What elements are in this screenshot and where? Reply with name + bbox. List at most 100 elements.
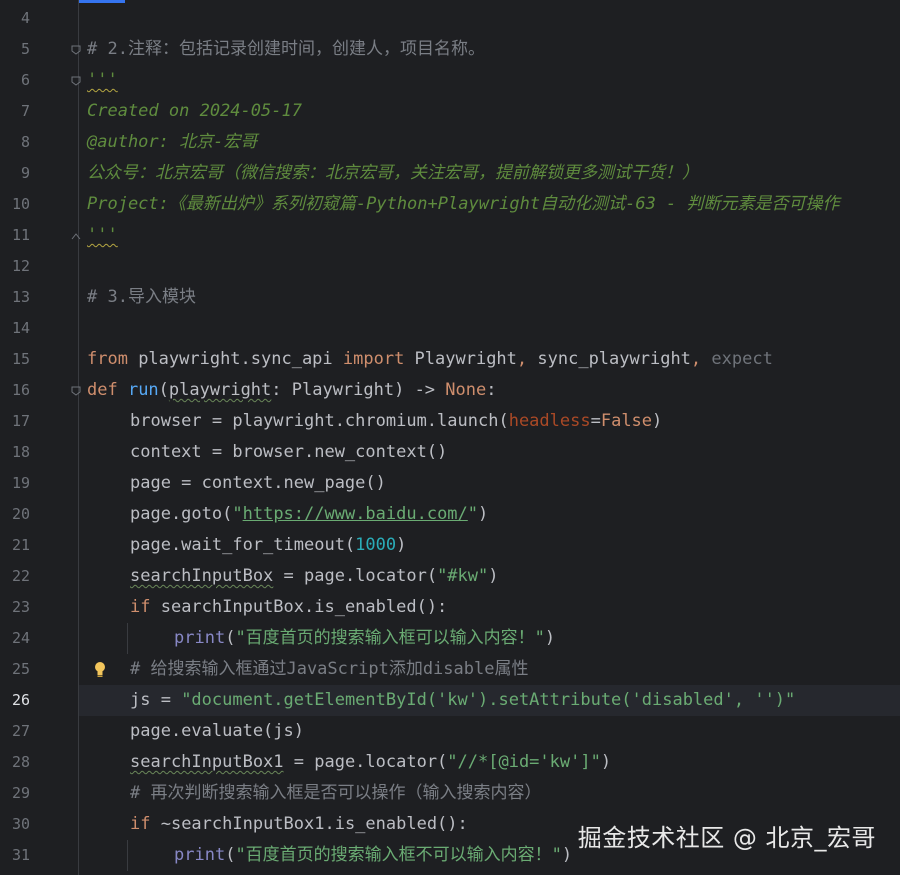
code-token: 1000 [355,535,397,555]
code-line[interactable]: print("百度首页的搜索输入框可以输入内容！") [79,623,900,654]
line-number: 14 [11,319,30,337]
code-text: # 3.导入模块 [87,282,196,313]
code-text: from playwright.sync_api import Playwrig… [87,344,773,375]
code-token: page.wait_for_timeout( [130,535,356,555]
line-number-gutter[interactable]: 4 5 6 7 8 9 10 11 12 13 14 15 16 17 18 19 20 21 22 23 24 25 26… [0,0,81,875]
code-line[interactable]: ''' [79,220,900,251]
code-token: if [130,814,161,834]
code-line[interactable]: ''' [79,65,900,96]
line-number: 28 [11,753,30,771]
code-token: run [127,380,159,400]
code-token: sync_playwright [537,349,691,369]
code-token: None [445,380,487,400]
code-text: ''' [87,65,118,96]
line-number: 31 [11,846,30,864]
lightbulb-icon[interactable] [93,661,107,679]
line-number: 4 [20,9,30,27]
code-line[interactable]: if searchInputBox.is_enabled(): [79,592,900,623]
code-token: , [690,349,712,369]
code-token: ) [396,535,407,555]
code-token: browser = playwright.chromium.launch( [130,411,509,431]
code-line[interactable]: # 再次判断搜索输入框是否可以操作（输入搜索内容） [79,778,900,809]
line-number: 17 [11,412,30,430]
code-line[interactable]: def run(playwright: Playwright) -> None: [79,375,900,406]
code-token: expect [711,349,773,369]
code-token: headless [508,411,591,431]
code-line[interactable]: page = context.new_page() [79,468,900,499]
code-line[interactable]: 公众号：北京宏哥（微信搜索：北京宏哥，关注宏哥，提前解锁更多测试干货！） [79,158,900,189]
code-text: print("百度首页的搜索输入框可以输入内容！") [174,623,555,654]
code-line[interactable] [79,3,900,34]
code-line[interactable]: @author: 北京-宏哥 [79,127,900,158]
code-token: ( [225,628,236,648]
indent-guide [127,623,128,654]
code-token: searchInputBox.is_enabled(): [160,597,448,617]
code-line[interactable]: # 2.注释：包括记录创建时间，创建人，项目名称。 [79,34,900,65]
code-token: ~searchInputBox1.is_enabled(): [160,814,468,834]
code-token: print [174,628,226,648]
code-token: "#kw" [437,566,489,586]
code-line[interactable]: searchInputBox1 = page.locator("//*[@id=… [79,747,900,778]
code-line[interactable]: page.wait_for_timeout(1000) [79,530,900,561]
code-token: context = browser.new_context() [130,442,448,462]
code-text: ''' [87,220,118,251]
line-number: 25 [11,660,30,678]
watermark: 掘金技术社区 @ 北京_宏哥 [577,824,876,852]
code-line[interactable]: # 3.导入模块 [79,282,900,313]
line-number: 16 [11,381,30,399]
code-token: # 3.导入模块 [87,287,196,307]
code-line[interactable] [79,313,900,344]
code-line[interactable]: js = "document.getElementById('kw').setA… [79,685,900,716]
code-token: False [600,411,653,431]
line-number: 10 [11,195,30,213]
code-token: playwright [168,380,272,400]
line-number: 27 [11,722,30,740]
code-token: " [467,504,479,524]
code-text: @author: 北京-宏哥 [87,127,257,158]
code-area[interactable]: # 2.注释：包括记录创建时间，创建人，项目名称。 ''' Created on 2… [79,0,900,875]
code-line[interactable]: Project:《最新出炉》系列初窥篇-Python+Playwright自动化… [79,189,900,220]
code-token: " [232,504,243,524]
code-text: Created on 2024-05-17 [87,96,302,127]
code-text: print("百度首页的搜索输入框不可以输入内容！") [174,840,572,871]
code-token: ) [488,566,499,586]
code-line[interactable]: context = browser.new_context() [79,437,900,468]
code-token: 公众号：北京宏哥（微信搜索：北京宏哥，关注宏哥，提前解锁更多测试干货！） [87,163,699,183]
code-token: @author: 北京-宏哥 [87,132,258,152]
code-text: Project:《最新出炉》系列初窥篇-Python+Playwright自动化… [87,189,840,220]
code-token: "document.getElementById('kw').setAttrib… [181,690,796,710]
code-token: ''' [87,70,118,90]
line-number: 8 [20,133,30,151]
code-line[interactable]: page.evaluate(js) [79,716,900,747]
line-number: 15 [11,350,30,368]
code-token: Project:《最新出炉》系列初窥篇-Python+Playwright自动化… [87,194,840,214]
code-token: ( [225,845,236,865]
code-token: ) [600,752,612,772]
line-number: 26 [11,691,30,709]
code-token: ) [478,504,489,524]
code-token: playwright.sync_api [138,349,343,369]
code-line[interactable]: # 给搜索输入框通过JavaScript添加disable属性 [79,654,900,685]
code-text: searchInputBox = page.locator("#kw") [130,561,499,592]
code-token: Created on 2024-05-17 [87,101,302,121]
code-token: js = [130,690,182,710]
code-line[interactable]: page.goto("https://www.baidu.com/") [79,499,900,530]
code-token: ) [544,628,556,648]
code-token: if [130,597,161,617]
code-token: from [87,349,139,369]
code-text: page.evaluate(js) [130,716,304,747]
code-line[interactable]: browser = playwright.chromium.launch(hea… [79,406,900,437]
code-line[interactable] [79,251,900,282]
line-number: 29 [11,784,30,802]
code-editor[interactable]: 4 5 6 7 8 9 10 11 12 13 14 15 16 17 18 19 20 21 22 23 24 25 26… [0,0,900,875]
code-token: = [590,411,601,431]
code-text: searchInputBox1 = page.locator("//*[@id=… [130,747,611,778]
code-token: "百度首页的搜索输入框不可以输入内容！" [235,845,562,865]
line-number: 5 [20,40,30,58]
code-line[interactable]: Created on 2024-05-17 [79,96,900,127]
line-number: 11 [11,226,30,244]
code-line[interactable]: searchInputBox = page.locator("#kw") [79,561,900,592]
code-token: ( [158,380,169,400]
code-token: https://www.baidu.com/ [242,504,468,524]
code-line[interactable]: from playwright.sync_api import Playwrig… [79,344,900,375]
